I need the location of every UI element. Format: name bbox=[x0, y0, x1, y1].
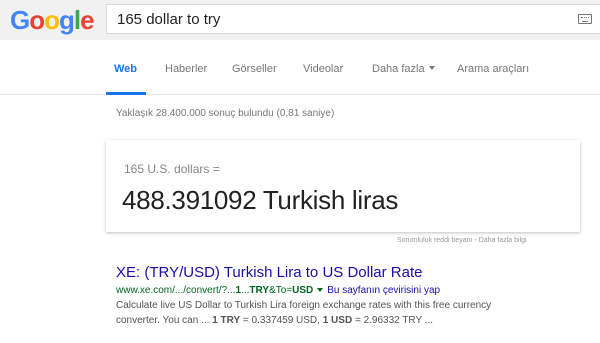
result-url-line: www.xe.com/.../convert/?...1...TRY&To=US… bbox=[116, 284, 586, 297]
tab-haberler[interactable]: Haberler bbox=[165, 63, 207, 75]
tab-search-tools[interactable]: Arama araçları bbox=[457, 63, 529, 75]
currency-converter-card: 165 U.S. dollars = 488.391092 Turkish li… bbox=[106, 140, 580, 232]
active-tab-indicator bbox=[106, 92, 146, 95]
search-result: XE: (TRY/USD) Turkish Lira to US Dollar … bbox=[116, 264, 586, 327]
search-input[interactable] bbox=[117, 11, 557, 28]
disclaimer-link[interactable]: Sorumluluk reddi beyanı - Daha fazla bil… bbox=[397, 237, 527, 244]
tab-more-label: Daha fazla bbox=[372, 63, 425, 75]
result-title-link[interactable]: XE: (TRY/USD) Turkish Lira to US Dollar … bbox=[116, 264, 586, 282]
result-url: www.xe.com/.../convert/?...1...TRY&To=US… bbox=[116, 285, 314, 296]
search-box[interactable] bbox=[106, 4, 600, 34]
url-dropdown-icon[interactable] bbox=[317, 288, 324, 292]
google-logo[interactable]: Google bbox=[10, 6, 95, 34]
keyboard-icon[interactable] bbox=[578, 14, 592, 24]
tab-web[interactable]: Web bbox=[114, 63, 137, 75]
tab-gorseller[interactable]: Görseller bbox=[232, 63, 277, 75]
result-snippet-line-1: Calculate live US Dollar to Turkish Lira… bbox=[116, 300, 492, 311]
result-stats: Yaklaşık 28.400.000 sonuç bulundu (0,81 … bbox=[116, 108, 335, 119]
result-snippet-line-2: converter. You can ... 1 TRY = 0.337459 … bbox=[116, 315, 434, 326]
conversion-result: 488.391092 Turkish liras bbox=[122, 185, 399, 215]
top-bar: Google bbox=[0, 0, 600, 40]
tab-videolar[interactable]: Videolar bbox=[303, 63, 343, 75]
tab-more[interactable]: Daha fazla bbox=[372, 63, 435, 75]
conversion-from: 165 U.S. dollars = bbox=[124, 162, 220, 176]
translate-page-link[interactable]: Bu sayfanın çevirisini yap bbox=[327, 285, 440, 296]
chevron-down-icon bbox=[428, 66, 435, 70]
search-tabs: Web Haberler Görseller Videolar Daha faz… bbox=[0, 55, 600, 95]
